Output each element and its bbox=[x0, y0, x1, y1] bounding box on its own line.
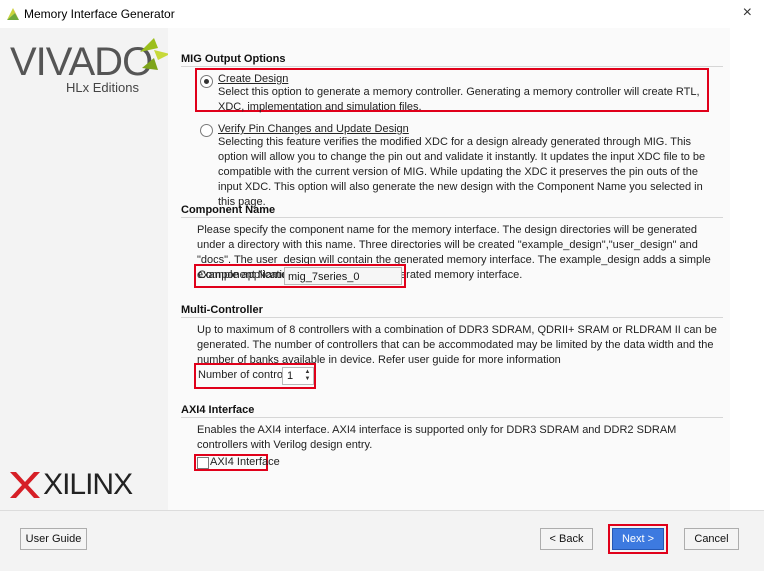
cancel-button[interactable]: Cancel bbox=[684, 528, 739, 550]
vivado-logo: VIVADO HLx Editions bbox=[10, 38, 170, 95]
close-icon[interactable]: × bbox=[743, 4, 752, 22]
axi4-interface-checkbox-label[interactable]: AXI4 Interface bbox=[210, 455, 280, 470]
back-button[interactable]: < Back bbox=[540, 528, 593, 550]
verify-pin-radio[interactable] bbox=[200, 124, 213, 137]
create-design-label-text: Create Design bbox=[218, 73, 289, 85]
mig-output-options-heading: MIG Output Options bbox=[181, 53, 286, 65]
right-gutter bbox=[730, 28, 764, 510]
create-design-description: Select this option to generate a memory … bbox=[218, 86, 700, 113]
component-name-label: Component Name bbox=[198, 269, 288, 281]
branding-panel: VIVADO HLx Editions XILINX bbox=[0, 28, 170, 510]
window-title: Memory Interface Generator bbox=[24, 7, 175, 21]
axi4-interface-heading: AXI4 Interface bbox=[181, 404, 255, 416]
divider bbox=[181, 217, 723, 218]
component-name-input[interactable]: mig_7series_0 bbox=[284, 267, 402, 285]
vivado-edition-text: HLx Editions bbox=[66, 80, 139, 95]
number-of-controllers-value: 1 bbox=[287, 370, 294, 382]
divider bbox=[181, 417, 723, 418]
axi4-interface-checkbox[interactable] bbox=[197, 457, 209, 469]
spin-up-icon[interactable]: ▲ bbox=[303, 369, 312, 376]
spin-down-icon[interactable]: ▼ bbox=[303, 376, 312, 383]
next-button[interactable]: Next > bbox=[612, 528, 664, 550]
multi-controller-description: Up to maximum of 8 controllers with a co… bbox=[197, 324, 717, 366]
multi-controller-heading: Multi-Controller bbox=[181, 304, 263, 316]
title-bar: Memory Interface Generator × bbox=[0, 0, 764, 28]
axi4-description: Enables the AXI4 interface. AXI4 interfa… bbox=[197, 424, 677, 451]
vivado-app-icon bbox=[6, 7, 20, 24]
vivado-leaf-icon bbox=[136, 38, 172, 75]
divider bbox=[181, 317, 723, 318]
divider bbox=[181, 66, 723, 67]
create-design-radio[interactable] bbox=[200, 75, 213, 88]
verify-pin-description: Selecting this feature verifies the modi… bbox=[218, 136, 706, 208]
xilinx-logo-text: XILINX bbox=[43, 468, 133, 501]
number-of-controllers-spinner[interactable]: 1 ▲ ▼ bbox=[282, 367, 314, 385]
radio-selected-dot bbox=[204, 79, 209, 84]
xilinx-mark-icon bbox=[10, 472, 40, 498]
verify-pin-label-text: Verify Pin Changes and Update Design bbox=[218, 123, 409, 135]
xilinx-logo: XILINX bbox=[10, 468, 133, 502]
component-name-heading: Component Name bbox=[181, 204, 276, 216]
vivado-logo-text: VIVADO bbox=[10, 40, 153, 84]
user-guide-button[interactable]: User Guide bbox=[20, 528, 87, 550]
